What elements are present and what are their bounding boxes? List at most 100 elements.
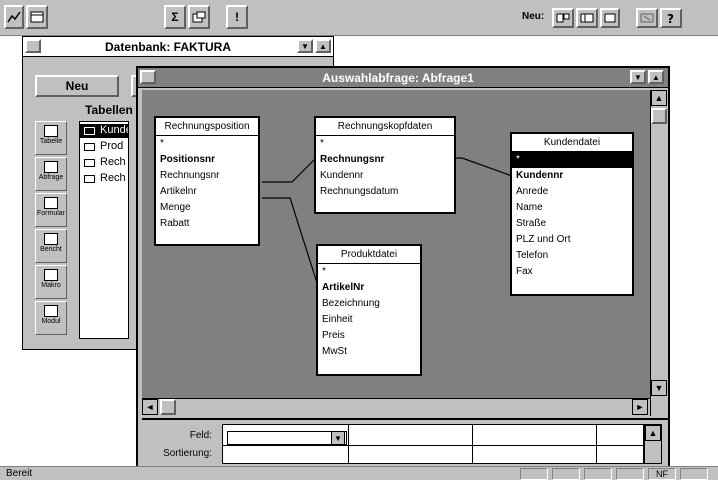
scroll-thumb[interactable] xyxy=(651,108,667,124)
grid-scrollbar[interactable]: ▲ xyxy=(644,424,662,464)
maximize-icon[interactable]: ▲ xyxy=(648,70,664,84)
minimize-icon[interactable]: ▼ xyxy=(630,70,646,84)
new-query-icon[interactable] xyxy=(552,8,574,28)
scroll-up-icon[interactable]: ▲ xyxy=(645,425,661,441)
object-list-heading: Tabellen xyxy=(85,103,133,117)
tab-macros[interactable]: Makro xyxy=(35,265,67,299)
maximize-icon[interactable]: ▲ xyxy=(315,39,331,53)
scroll-up-icon[interactable]: ▲ xyxy=(651,90,667,106)
status-indicator-box xyxy=(520,468,548,480)
query-window-titlebar[interactable]: Auswahlabfrage: Abfrage1 ▼ ▲ xyxy=(138,68,668,88)
list-item-label: Rech xyxy=(100,156,126,168)
macro-icon xyxy=(44,269,58,281)
field-item[interactable]: * xyxy=(156,136,258,152)
field-item[interactable]: Rechnungsdatum xyxy=(316,184,454,200)
properties-icon[interactable] xyxy=(188,5,210,29)
list-item[interactable]: Prod xyxy=(80,140,128,154)
field-item[interactable]: Rechnungsnr xyxy=(316,152,454,168)
row-label-field: Feld: xyxy=(189,430,212,441)
list-item[interactable]: Rech xyxy=(80,156,128,170)
list-item[interactable]: Rech xyxy=(80,172,128,186)
query-window: Auswahlabfrage: Abfrage1 ▼ ▲ Rechnungspo… xyxy=(136,66,670,468)
totals-button[interactable]: Σ xyxy=(164,5,186,29)
tab-label: Modul xyxy=(41,318,61,325)
system-menu-icon[interactable] xyxy=(25,39,41,53)
field-item[interactable]: Positionsnr xyxy=(156,152,258,168)
row-label-sort: Sortierung: xyxy=(163,448,212,459)
horizontal-scrollbar[interactable]: ◄ ► xyxy=(142,398,650,416)
tab-queries[interactable]: Abfrage xyxy=(35,157,67,191)
table-icon xyxy=(44,125,58,137)
help-icon[interactable]: ? xyxy=(660,8,682,28)
tab-forms[interactable]: Formular xyxy=(35,193,67,227)
field-list-rechnungsposition[interactable]: Rechnungsposition * Positionsnr Rechnung… xyxy=(154,116,260,246)
form-icon xyxy=(44,197,58,209)
cue-cards-icon[interactable] xyxy=(636,8,658,28)
field-item[interactable]: Rechnungsnr xyxy=(156,168,258,184)
query-grid-pane: Feld: Sortierung: ▼ ▲ xyxy=(142,418,668,466)
scroll-right-icon[interactable]: ► xyxy=(632,399,648,415)
new-label: Neu: xyxy=(522,11,545,22)
list-item[interactable]: Kunde xyxy=(80,124,128,138)
database-window-titlebar[interactable]: Datenbank: FAKTURA ▼ ▲ xyxy=(23,37,333,57)
field-item[interactable]: Einheit xyxy=(318,312,420,328)
tab-reports[interactable]: Bericht xyxy=(35,229,67,263)
report-icon xyxy=(44,233,58,245)
tab-label: Formular xyxy=(36,210,65,217)
field-list-produktdatei[interactable]: Produktdatei * ArtikelNr Bezeichnung Ein… xyxy=(316,244,422,376)
field-item[interactable]: Rabatt xyxy=(156,216,258,232)
field-item[interactable]: Artikelnr xyxy=(156,184,258,200)
field-list-title: Kundendatei xyxy=(512,134,632,152)
field-item[interactable]: Telefon xyxy=(512,248,632,264)
query-grid: ▼ xyxy=(222,424,644,464)
list-item-label: Prod xyxy=(100,140,124,152)
tab-label: Abfrage xyxy=(38,174,64,181)
field-list-title: Rechnungsposition xyxy=(156,118,258,136)
field-item[interactable]: Anrede xyxy=(512,184,632,200)
field-item[interactable]: ArtikelNr xyxy=(318,280,420,296)
new-form-icon[interactable] xyxy=(600,8,620,28)
grid-row-divider xyxy=(223,445,643,446)
database-window-title: Datenbank: FAKTURA xyxy=(104,40,231,54)
field-item[interactable]: * xyxy=(316,136,454,152)
status-indicator-box xyxy=(680,468,708,480)
field-item[interactable]: PLZ und Ort xyxy=(512,232,632,248)
scroll-left-icon[interactable]: ◄ xyxy=(142,399,158,415)
field-list-rechnungskopfdaten[interactable]: Rechnungskopfdaten * Rechnungsnr Kundenn… xyxy=(314,116,456,214)
query-icon xyxy=(44,161,58,173)
table-icon xyxy=(84,159,95,167)
run-button[interactable]: ! xyxy=(226,5,248,29)
field-item[interactable]: MwSt xyxy=(318,344,420,360)
field-item[interactable]: Menge xyxy=(156,200,258,216)
field-item[interactable]: Straße xyxy=(512,216,632,232)
module-icon xyxy=(44,305,58,317)
status-text: Bereit xyxy=(6,468,33,479)
field-item[interactable]: Fax xyxy=(512,264,632,280)
field-input[interactable] xyxy=(227,431,347,445)
vertical-scrollbar[interactable]: ▲ ▼ xyxy=(650,90,668,416)
scroll-thumb[interactable] xyxy=(160,399,176,415)
field-item[interactable]: Name xyxy=(512,200,632,216)
field-item[interactable]: Bezeichnung xyxy=(318,296,420,312)
tab-tables[interactable]: Tabelle xyxy=(35,121,67,155)
grid-column[interactable] xyxy=(349,425,473,463)
datasheet-view-icon[interactable] xyxy=(26,5,48,29)
scroll-down-icon[interactable]: ▼ xyxy=(651,380,667,396)
minimize-icon[interactable]: ▼ xyxy=(297,39,313,53)
field-item[interactable]: Preis xyxy=(318,328,420,344)
field-list-title: Rechnungskopfdaten xyxy=(316,118,454,136)
tab-modules[interactable]: Modul xyxy=(35,301,67,335)
tab-label: Bericht xyxy=(40,246,62,253)
field-list-kundendatei[interactable]: Kundendatei * Kundennr Anrede Name Straß… xyxy=(510,132,634,296)
field-item[interactable]: Kundennr xyxy=(316,168,454,184)
system-menu-icon[interactable] xyxy=(140,70,156,84)
new-table-icon[interactable] xyxy=(576,8,598,28)
field-item[interactable]: * xyxy=(318,264,420,280)
chevron-down-icon[interactable]: ▼ xyxy=(331,431,345,445)
status-bar: Bereit NF xyxy=(0,466,718,480)
field-item[interactable]: * xyxy=(512,152,632,168)
new-object-button[interactable]: Neu xyxy=(35,75,119,97)
grid-column[interactable] xyxy=(473,425,597,463)
field-item[interactable]: Kundennr xyxy=(512,168,632,184)
design-view-icon[interactable] xyxy=(4,5,24,29)
